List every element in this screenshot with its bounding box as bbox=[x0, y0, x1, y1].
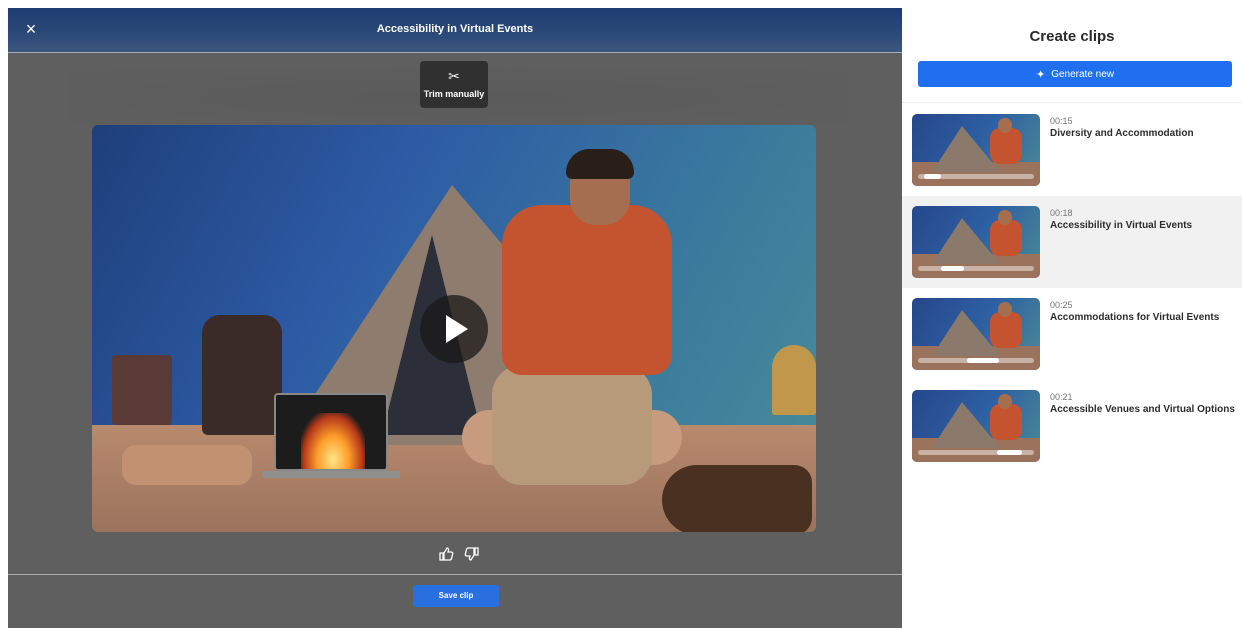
video-logs bbox=[122, 445, 252, 485]
scissors-icon: ✂ bbox=[448, 68, 460, 84]
trim-manually-label: Trim manually bbox=[423, 89, 485, 99]
video-person-hair bbox=[566, 149, 634, 179]
editor-title: Accessibility in Virtual Events bbox=[376, 23, 534, 35]
clip-item[interactable]: 00:25 Accommodations for Virtual Events bbox=[902, 288, 1242, 380]
video-person-legs bbox=[492, 365, 652, 485]
clip-progress-track bbox=[918, 266, 1034, 271]
thumbnail-head bbox=[998, 118, 1012, 133]
video-plant bbox=[772, 345, 816, 415]
generate-new-label: Generate new bbox=[1051, 68, 1115, 80]
play-icon bbox=[446, 315, 468, 343]
thumbnail-person bbox=[990, 220, 1022, 256]
divider bbox=[8, 52, 902, 53]
clip-item[interactable]: 00:21 Accessible Venues and Virtual Opti… bbox=[902, 380, 1242, 472]
clip-progress-segment bbox=[996, 450, 1023, 455]
video-guitar bbox=[662, 465, 812, 532]
video-fire bbox=[301, 413, 365, 469]
panel-title: Create clips bbox=[1029, 28, 1115, 45]
clip-thumbnail bbox=[912, 298, 1040, 370]
clip-title: Diversity and Accommodation bbox=[1050, 128, 1194, 139]
clip-thumbnail bbox=[912, 390, 1040, 462]
video-laptop bbox=[274, 393, 388, 471]
save-clip-button[interactable]: Save clip bbox=[413, 585, 499, 607]
app: × Accessibility in Virtual Events ✂ Trim… bbox=[0, 0, 1242, 628]
video-person-body bbox=[502, 205, 672, 375]
editor-header: × Accessibility in Virtual Events bbox=[8, 8, 902, 52]
feedback-controls bbox=[434, 544, 484, 564]
clip-duration: 00:15 bbox=[1050, 116, 1073, 126]
video-backpack bbox=[202, 315, 282, 435]
video-player[interactable] bbox=[92, 125, 816, 532]
thumbnail-head bbox=[998, 394, 1012, 409]
thumbnail-person bbox=[990, 404, 1022, 440]
editor-pane: × Accessibility in Virtual Events ✂ Trim… bbox=[8, 8, 902, 628]
video-crate bbox=[112, 355, 172, 425]
sparkle-icon: ✦ bbox=[1035, 68, 1046, 81]
trim-manually-button[interactable]: ✂ Trim manually bbox=[420, 61, 488, 108]
clip-progress-segment bbox=[923, 174, 942, 179]
clip-duration: 00:21 bbox=[1050, 392, 1073, 402]
clip-title: Accessibility in Virtual Events bbox=[1050, 220, 1193, 231]
clip-thumbnail bbox=[912, 114, 1040, 186]
video-laptop-base bbox=[262, 471, 400, 478]
generate-new-button[interactable]: ✦ Generate new bbox=[918, 61, 1232, 87]
clip-thumbnail bbox=[912, 206, 1040, 278]
thumbnail-person bbox=[990, 128, 1022, 164]
clip-title: Accommodations for Virtual Events bbox=[1050, 312, 1220, 323]
clip-duration: 00:25 bbox=[1050, 300, 1073, 310]
thumbs-down-icon[interactable] bbox=[464, 546, 480, 562]
thumbnail-head bbox=[998, 210, 1012, 225]
divider bbox=[902, 102, 1242, 103]
clip-item[interactable]: 00:18 Accessibility in Virtual Events bbox=[902, 196, 1242, 288]
thumbnail-person bbox=[990, 312, 1022, 348]
clip-duration: 00:18 bbox=[1050, 208, 1073, 218]
divider bbox=[8, 574, 902, 575]
thumbs-up-icon[interactable] bbox=[438, 546, 454, 562]
clip-progress-segment bbox=[941, 266, 965, 271]
clip-progress-segment bbox=[966, 358, 1000, 363]
thumbnail-head bbox=[998, 302, 1012, 317]
create-clips-panel: Create clips ✦ Generate new 00:15 Divers… bbox=[902, 8, 1242, 628]
clip-title: Accessible Venues and Virtual Options bbox=[1050, 404, 1235, 415]
clip-item[interactable]: 00:15 Diversity and Accommodation bbox=[902, 104, 1242, 196]
play-button[interactable] bbox=[420, 295, 488, 363]
